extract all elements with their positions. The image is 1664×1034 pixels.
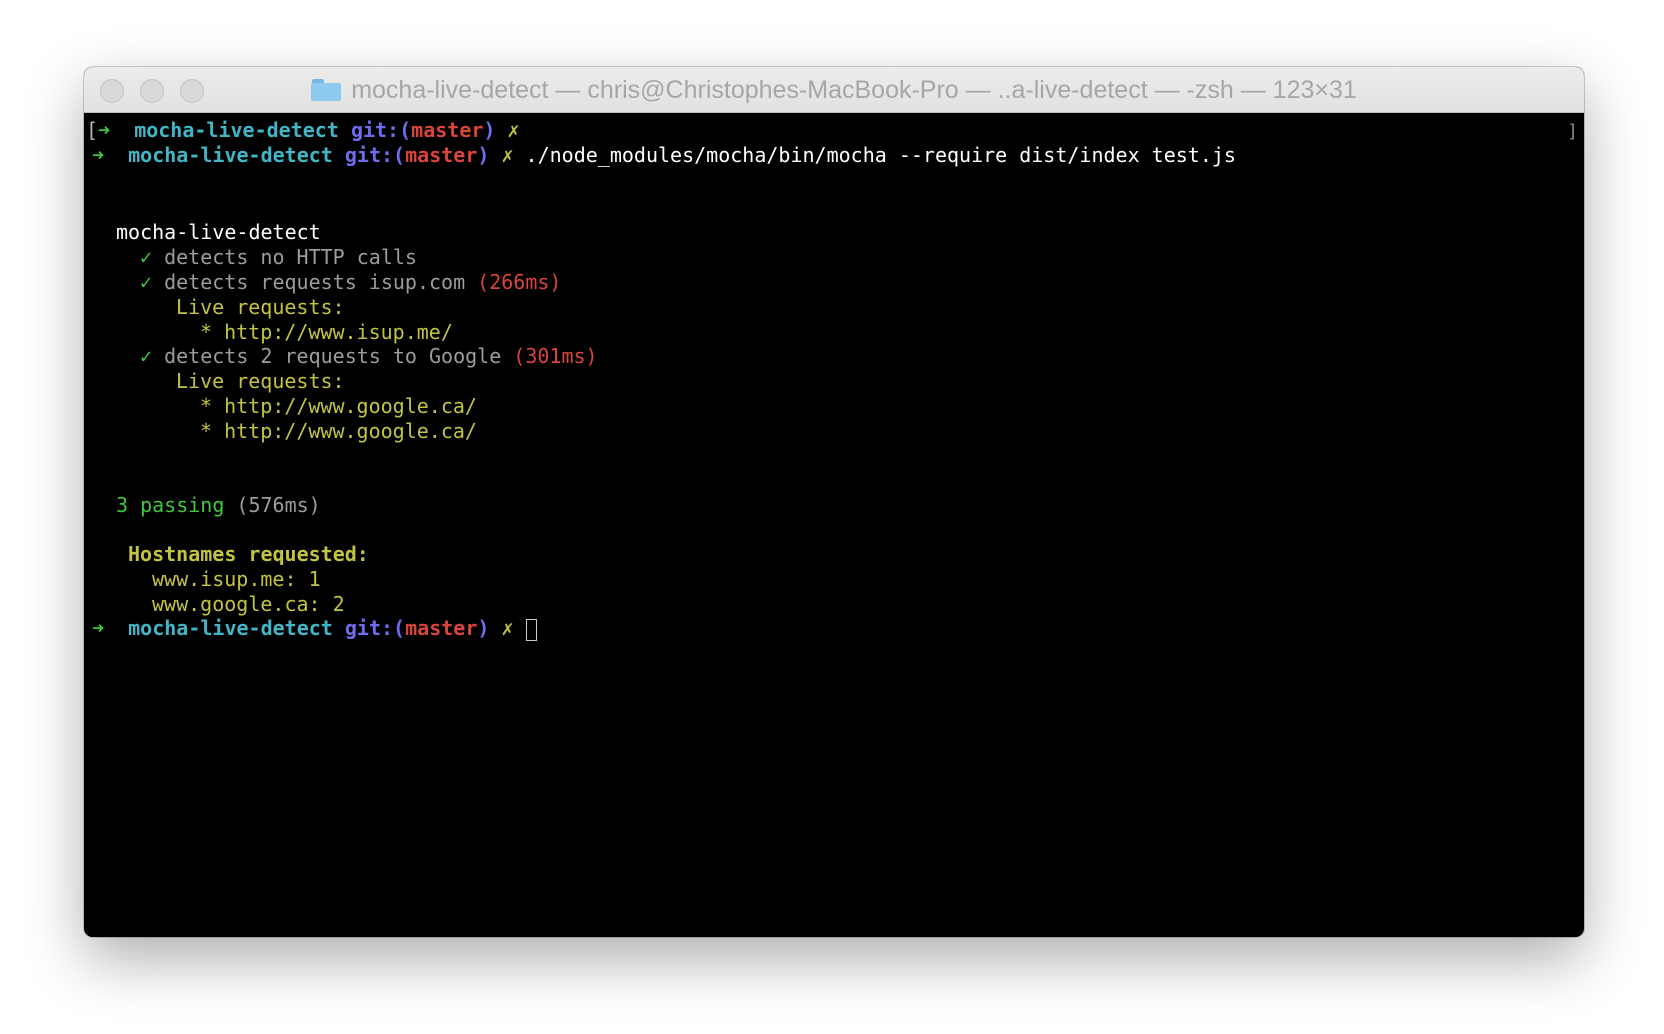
- dirty-mark: ✗: [501, 616, 514, 640]
- git-suffix: ): [477, 616, 490, 640]
- terminal-content[interactable]: ] [➜ mocha-live-detect git:(master) ✗ ➜ …: [84, 113, 1584, 937]
- prompt-directory: mocha-live-detect: [128, 616, 333, 640]
- live-request-url-3: * http://www.google.ca/: [200, 418, 477, 444]
- request-url: http://www.isup.me/: [224, 320, 453, 344]
- prompt-line-2: ➜ mocha-live-detect git:(master) ✗ ./nod…: [92, 142, 1236, 168]
- git-branch: master: [411, 118, 484, 142]
- git-prefix: git:(: [344, 143, 406, 167]
- bullet: *: [200, 394, 213, 418]
- test-result-3: ✓ detects 2 requests to Google (301ms): [140, 343, 598, 369]
- request-url: http://www.google.ca/: [224, 419, 477, 443]
- bullet: *: [200, 419, 213, 443]
- test-duration: (266ms): [477, 270, 562, 294]
- suite-name: mocha-live-detect: [116, 220, 321, 244]
- prompt-arrow-icon: ➜: [92, 143, 105, 167]
- live-requests-label: Live requests:: [176, 295, 345, 319]
- test-title: detects 2 requests to Google: [164, 344, 502, 368]
- hostnames-label: Hostnames requested:: [128, 542, 369, 566]
- prompt-line-1: [➜ mocha-live-detect git:(master) ✗: [86, 117, 520, 143]
- terminal-window: mocha-live-detect — chris@Christophes-Ma…: [84, 67, 1584, 937]
- live-requests-label: Live requests:: [176, 369, 345, 393]
- scroll-marker: ]: [1567, 121, 1578, 142]
- passing-summary: 3 passing (576ms): [116, 492, 321, 518]
- live-request-url-2: * http://www.google.ca/: [200, 393, 477, 419]
- text-cursor[interactable]: [525, 618, 537, 641]
- title-bar[interactable]: mocha-live-detect — chris@Christophes-Ma…: [84, 67, 1584, 113]
- dirty-mark: ✗: [501, 143, 514, 167]
- test-result-1: ✓ detects no HTTP calls: [140, 244, 417, 270]
- passing-time: (576ms): [236, 493, 321, 517]
- window-title: mocha-live-detect — chris@Christophes-Ma…: [351, 75, 1357, 104]
- mark-bracket: [: [86, 118, 99, 142]
- git-branch: master: [405, 616, 478, 640]
- passing-count: 3 passing: [116, 493, 225, 517]
- git-suffix: ): [477, 143, 490, 167]
- hostname-entry-2: www.google.ca: 2: [152, 592, 345, 616]
- prompt-line-current[interactable]: ➜ mocha-live-detect git:(master) ✗: [92, 615, 537, 641]
- test-title: detects no HTTP calls: [164, 245, 417, 269]
- prompt-directory: mocha-live-detect: [128, 143, 333, 167]
- test-duration: (301ms): [513, 344, 598, 368]
- test-title: detects requests isup.com: [164, 270, 466, 294]
- git-branch: master: [405, 143, 478, 167]
- window-title-container: mocha-live-detect — chris@Christophes-Ma…: [84, 67, 1584, 113]
- check-icon: ✓: [140, 270, 153, 294]
- command-text: ./node_modules/mocha/bin/mocha --require…: [525, 143, 1236, 167]
- request-url: http://www.google.ca/: [224, 394, 477, 418]
- bullet: *: [200, 320, 213, 344]
- git-suffix: ): [483, 118, 496, 142]
- check-icon: ✓: [140, 245, 153, 269]
- dirty-mark: ✗: [507, 118, 520, 142]
- live-request-url-1: * http://www.isup.me/: [200, 319, 453, 345]
- prompt-arrow-icon: ➜: [98, 118, 111, 142]
- folder-icon: [311, 79, 342, 101]
- check-icon: ✓: [140, 344, 153, 368]
- hostname-entry-1: www.isup.me: 1: [152, 567, 321, 591]
- git-prefix: git:(: [350, 118, 412, 142]
- prompt-arrow-icon: ➜: [92, 616, 105, 640]
- test-result-2: ✓ detects requests isup.com (266ms): [140, 269, 561, 295]
- git-prefix: git:(: [344, 616, 406, 640]
- prompt-directory: mocha-live-detect: [134, 118, 339, 142]
